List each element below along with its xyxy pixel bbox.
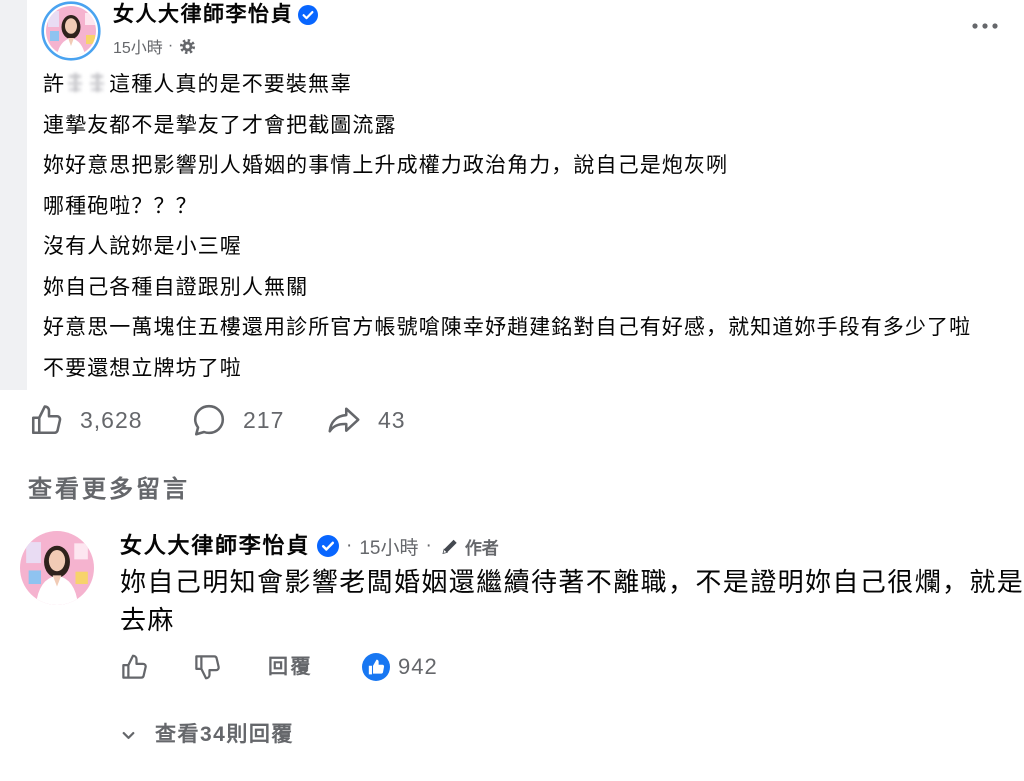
reply-button[interactable]: 回覆 [268, 652, 313, 682]
post-author-name[interactable]: 女人大律師李怡貞 [113, 1, 293, 29]
meta-separator: · [425, 535, 432, 556]
post-line: 沒有人說妳是小三喔 [43, 235, 242, 258]
post-text: 許 這種人真的是不要裝無辜 連摯友都不是摯友了才會把截圖流露 妳好意思把影響別人婚… [43, 65, 1013, 389]
thumbs-down-icon[interactable] [192, 652, 222, 682]
post-timestamp[interactable]: 15小時 [113, 34, 163, 58]
post-line: 不要還想立牌坊了啦 [43, 356, 242, 380]
view-more-comments-link[interactable]: 查看更多留言 [28, 474, 190, 506]
post-line: 哪種砲啦？？？ [43, 194, 198, 218]
view-replies-link[interactable]: 查看34則回覆 [155, 720, 294, 750]
comment-timestamp[interactable]: 15小時 [359, 533, 418, 560]
verified-badge-icon [317, 535, 340, 557]
chevron-down-icon[interactable] [119, 726, 138, 745]
post-line-prefix: 許 [43, 73, 66, 96]
post-line-suffix: 這種人真的是不要裝無辜 [109, 73, 353, 96]
comment-line: 去麻 [120, 605, 175, 635]
share-count[interactable]: 43 [378, 402, 406, 438]
post-author-avatar[interactable] [41, 1, 101, 61]
gear-icon[interactable] [179, 38, 196, 55]
like-reaction-icon[interactable] [362, 653, 390, 681]
comment-author-name[interactable]: 女人大律師李怡貞 [120, 532, 310, 560]
thumbs-up-icon[interactable] [28, 402, 64, 438]
thumbs-up-icon[interactable] [119, 652, 149, 682]
post-line: 好意思一萬塊住五樓還用診所官方帳號嗆陳幸妤趙建銘對自己有好感，就知道妳手段有多少… [43, 316, 972, 339]
comment-count[interactable]: 217 [243, 402, 284, 438]
meta-separator: · [346, 535, 353, 556]
more-options-icon[interactable] [968, 17, 1002, 35]
post-line: 妳好意思把影響別人婚姻的事情上升成權力政治角力，說自己是炮灰咧 [43, 154, 729, 177]
comment-author-avatar[interactable] [20, 531, 94, 605]
share-arrow-icon[interactable] [326, 402, 362, 438]
pencil-icon [440, 536, 460, 556]
meta-separator: · [167, 37, 174, 54]
post-author-row: 女人大律師李怡貞 [113, 1, 318, 29]
feed-background-strip [0, 0, 27, 390]
post-meta: 15小時 · [113, 35, 196, 57]
post-line: 許 這種人真的是不要裝無辜 [43, 65, 1013, 106]
verified-badge-icon [298, 5, 318, 25]
comment-text: 妳自己明知會影響老闆婚姻還繼續待著不離職，不是證明妳自己很爛，就是 去麻 [120, 563, 1024, 639]
post-line: 妳自己各種自證跟別人無關 [43, 275, 309, 299]
redacted-name-blur [65, 72, 109, 94]
post-line: 連摯友都不是摯友了才會把截圖流露 [43, 113, 397, 137]
comment-line: 妳自己明知會影響老闆婚姻還繼續待著不離職，不是證明妳自己很爛，就是 [120, 567, 1024, 597]
comment-header: 女人大律師李怡貞 · 15小時 · 作者 [120, 532, 499, 560]
like-count[interactable]: 3,628 [80, 402, 143, 438]
comment-like-count[interactable]: 942 [398, 652, 438, 682]
author-tag: 作者 [464, 538, 499, 558]
comment-bubble-icon[interactable] [191, 402, 227, 438]
